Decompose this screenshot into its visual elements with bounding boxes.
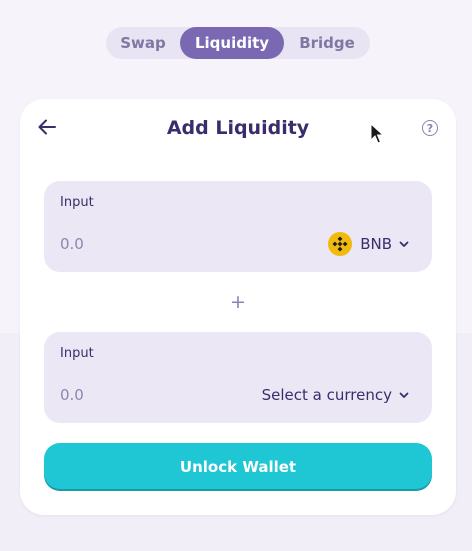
question-circle-icon[interactable]: ?	[422, 120, 438, 136]
page-title: Add Liquidity	[166, 117, 310, 139]
unlock-wallet-button[interactable]: Unlock Wallet	[44, 443, 432, 491]
amount-input-b[interactable]	[60, 384, 210, 406]
input-label: Input	[60, 195, 94, 210]
currency-select-button-a[interactable]: BNB	[328, 231, 410, 257]
input-panel-b: Input Select a currency	[44, 332, 432, 423]
tab-switcher: Swap Liquidity Bridge	[106, 27, 370, 59]
tab-swap[interactable]: Swap	[106, 27, 180, 59]
add-liquidity-card: Add Liquidity ? Input BNB	[20, 99, 456, 515]
plus-icon: +	[230, 291, 246, 313]
tab-bridge[interactable]: Bridge	[284, 27, 370, 59]
chevron-down-icon	[399, 241, 409, 247]
chevron-down-icon	[399, 392, 409, 398]
input-label: Input	[60, 346, 94, 361]
tab-liquidity[interactable]: Liquidity	[180, 27, 284, 59]
currency-symbol: BNB	[360, 235, 392, 253]
amount-input-a[interactable]	[60, 233, 210, 255]
mouse-pointer-icon	[370, 123, 384, 144]
select-currency-label: Select a currency	[261, 386, 392, 404]
currency-select-button-b[interactable]: Select a currency	[262, 382, 410, 408]
input-panel-a: Input BNB	[44, 181, 432, 272]
bnb-logo-icon	[328, 232, 353, 256]
